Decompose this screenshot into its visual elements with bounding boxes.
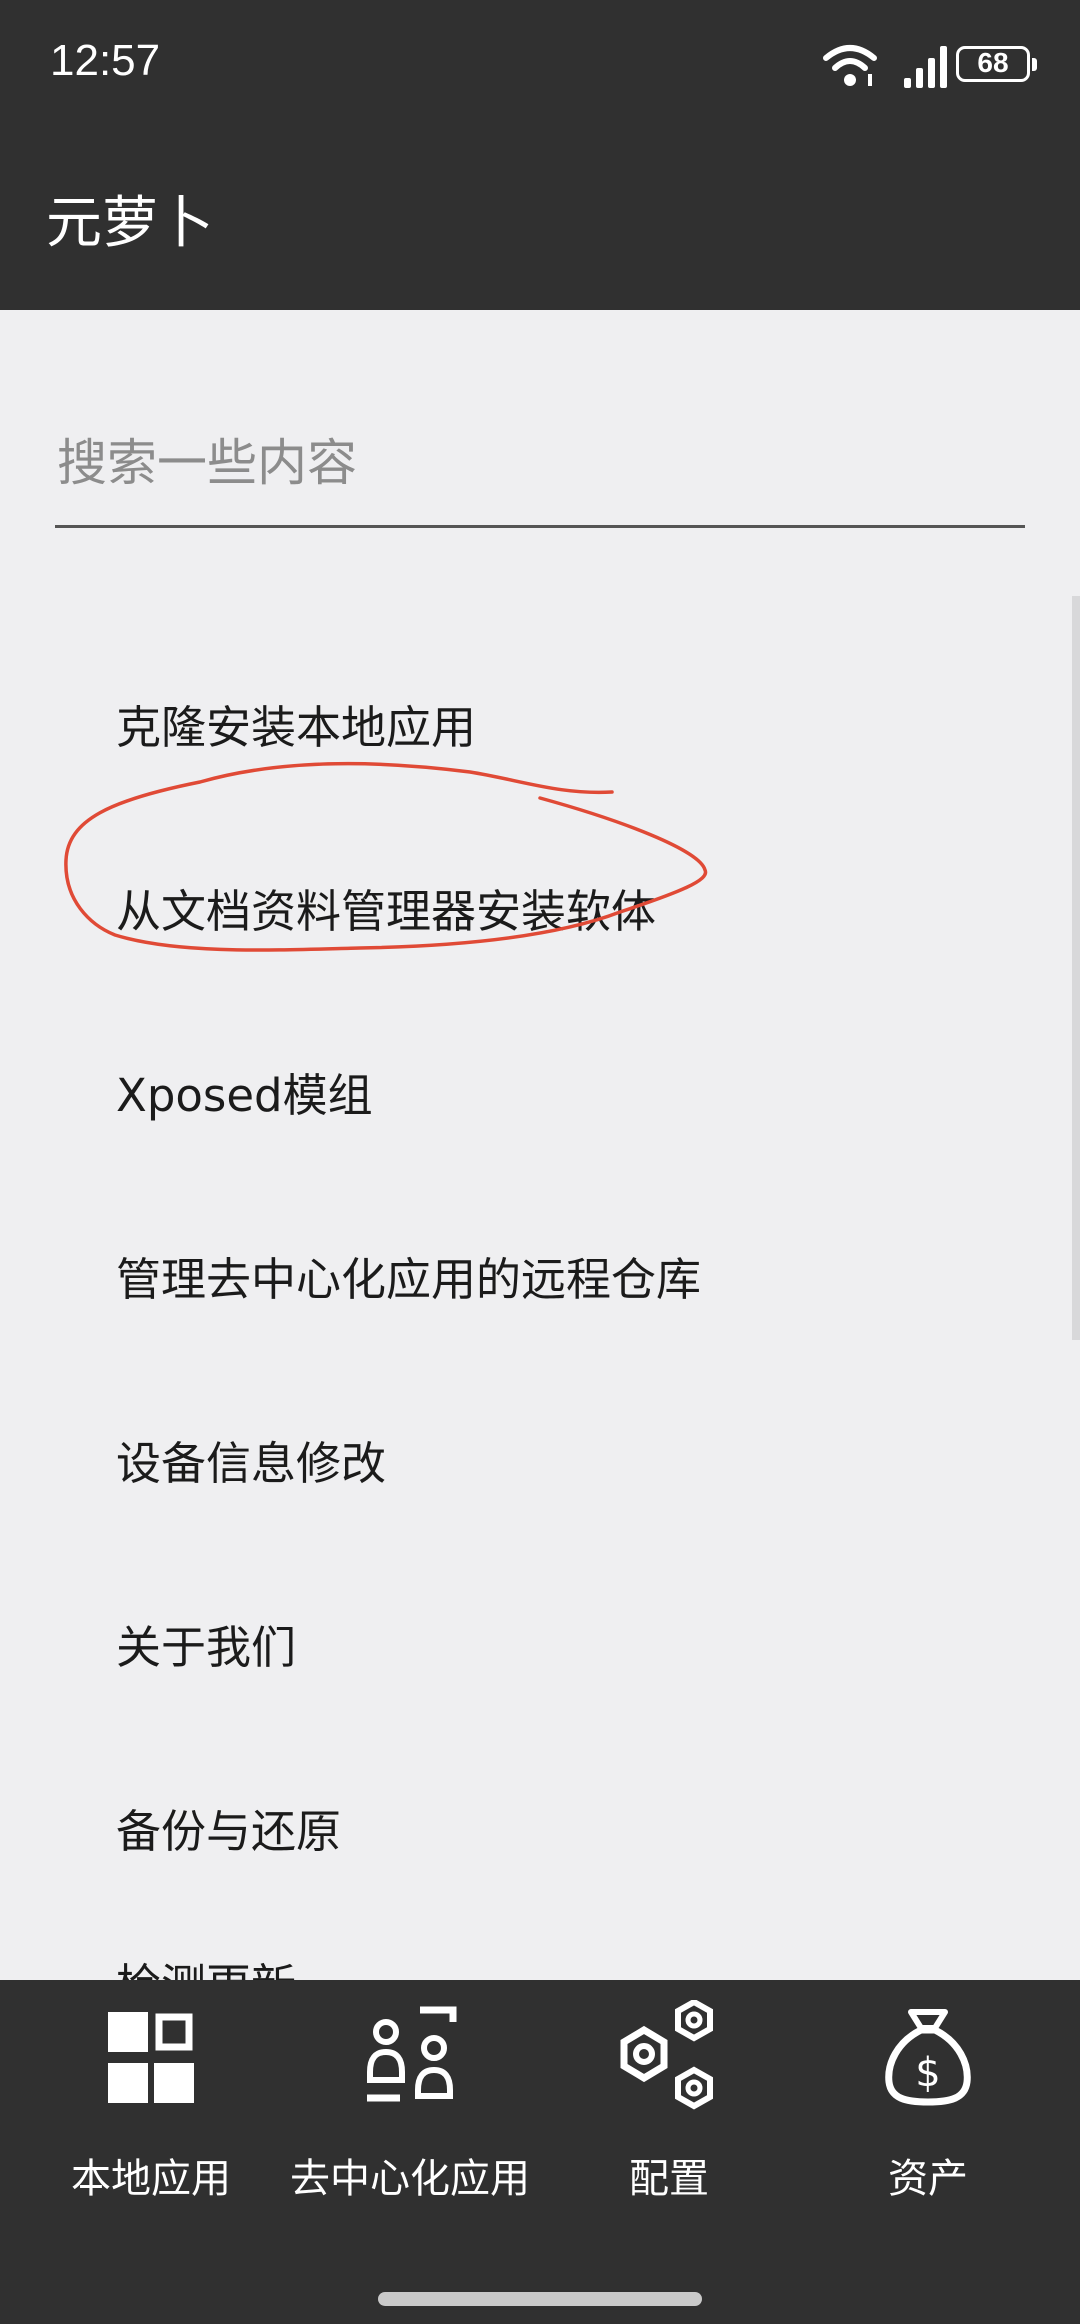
- wifi-icon: [823, 45, 877, 86]
- nav-assets[interactable]: $ 资产: [798, 2000, 1058, 2202]
- decentralized-apps-icon: [367, 2006, 457, 2102]
- battery-level: 68: [977, 47, 1009, 78]
- menu-item-check-update[interactable]: 检测更新: [116, 1946, 296, 1980]
- bottom-navigation: 本地应用 去中心化应用 配置 $ 资产: [0, 1980, 1080, 2324]
- scrollbar-thumb[interactable]: [1072, 596, 1080, 1340]
- menu-item-install-from-file-manager[interactable]: 从文档资料管理器安装软体: [116, 872, 656, 952]
- nav-decentralized-apps[interactable]: 去中心化应用: [280, 2000, 540, 2202]
- nav-local-apps[interactable]: 本地应用: [21, 2000, 281, 2202]
- grid-apps-icon: [108, 2012, 194, 2103]
- money-bag-icon: $: [885, 2009, 971, 2106]
- home-indicator[interactable]: [378, 2292, 702, 2306]
- menu-item-remote-repos[interactable]: 管理去中心化应用的远程仓库: [116, 1240, 701, 1320]
- search-container: [55, 400, 1025, 528]
- battery-icon: 68: [956, 46, 1037, 82]
- menu-item-backup-restore[interactable]: 备份与还原: [116, 1792, 341, 1872]
- svg-text:$: $: [915, 2050, 940, 2096]
- nav-label: 本地应用: [71, 2156, 231, 2202]
- search-input[interactable]: [55, 400, 1025, 528]
- status-time: 12:57: [50, 36, 161, 85]
- menu-list: 克隆安装本地应用 从文档资料管理器安装软体 Xposed模组 管理去中心化应用的…: [0, 596, 1080, 1980]
- nav-config[interactable]: 配置: [539, 2000, 799, 2202]
- menu-item-clone-install[interactable]: 克隆安装本地应用: [116, 688, 476, 768]
- hex-nuts-icon: [620, 2000, 713, 2110]
- menu-item-xposed-modules[interactable]: Xposed模组: [116, 1056, 373, 1136]
- nav-label: 去中心化应用: [290, 2156, 530, 2202]
- app-top-bar: 12:57 68 元萝卜: [0, 0, 1080, 310]
- scrollbar[interactable]: [1072, 596, 1080, 1340]
- menu-item-device-info[interactable]: 设备信息修改: [116, 1424, 386, 1504]
- nav-label: 配置: [629, 2156, 709, 2202]
- signal-icon: [904, 46, 947, 88]
- app-title: 元萝卜: [46, 191, 214, 256]
- menu-item-about-us[interactable]: 关于我们: [116, 1608, 296, 1688]
- nav-label: 资产: [888, 2156, 968, 2202]
